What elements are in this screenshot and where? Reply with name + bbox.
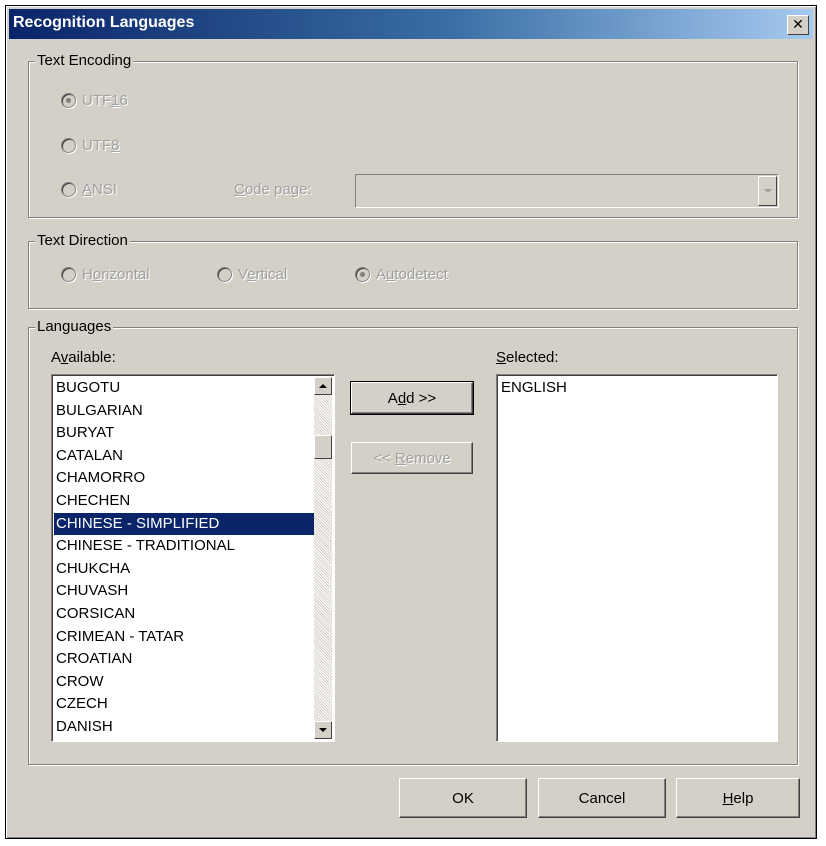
selected-language-item[interactable]: ENGLISH [499,377,775,400]
available-language-item[interactable]: CROW [54,671,314,694]
dropdown-button[interactable] [758,176,777,206]
recognition-languages-dialog: Recognition Languages ✕ Text Encoding UT… [5,5,817,839]
scroll-up-button[interactable] [314,377,332,395]
ansi-label: ANSI [82,181,118,198]
utf16-label: UTF16 [82,92,128,109]
available-language-item[interactable]: CHAMORRO [54,467,314,490]
available-languages-list[interactable]: BUGOTU BULGARIAN BURYAT CATALAN CHAMORRO CHEC… [51,374,335,742]
available-language-item[interactable]: CORSICAN [54,603,314,626]
arrow-up-icon [319,384,327,388]
available-language-item[interactable]: BUGOTU [54,377,314,400]
text-direction-group: Text Direction Horizontal Vertical Autod… [28,232,798,309]
text-encoding-legend: Text Encoding [35,52,134,69]
selected-languages-list[interactable]: ENGLISH [496,374,778,742]
available-language-item[interactable]: BURYAT [54,422,314,445]
radio-empty-icon [61,138,76,153]
available-label: Available: [51,349,116,366]
dialog-title: Recognition Languages [13,14,195,31]
chevron-down-icon [763,189,772,193]
selected-items: ENGLISH [499,377,775,400]
code-page-dropdown[interactable] [355,174,779,208]
ok-button[interactable]: OK [399,778,527,818]
arrow-down-icon [319,728,327,732]
utf8-label: UTF8 [82,137,120,154]
autodetect-radio[interactable]: Autodetect [355,266,448,283]
available-language-item[interactable]: BULGARIAN [54,400,314,423]
autodetect-label: Autodetect [376,266,448,283]
available-language-item[interactable]: CHUKCHA [54,558,314,581]
scroll-down-button[interactable] [314,721,332,739]
text-encoding-group: Text Encoding UTF16 UTF8 ANSI Code page: [28,52,798,218]
horizontal-label: Horizontal [82,266,150,283]
close-button[interactable]: ✕ [787,15,809,35]
radio-selected-icon [355,267,370,282]
utf8-radio[interactable]: UTF8 [61,137,120,154]
languages-group: Languages Available: BUGOTU BULGARIAN BURY… [28,318,798,765]
available-language-item[interactable]: CATALAN [54,445,314,468]
close-icon: ✕ [792,17,804,33]
ok-button-label: OK [452,789,474,807]
available-language-item[interactable]: CRIMEAN - TATAR [54,626,314,649]
add-button[interactable]: Add >> [350,381,474,415]
radio-empty-icon [217,267,232,282]
radio-empty-icon [61,267,76,282]
available-language-item[interactable]: CHINESE - SIMPLIFIED [54,512,314,536]
title-bar[interactable]: Recognition Languages ✕ [9,9,813,39]
cancel-button[interactable]: Cancel [538,778,666,818]
available-language-item[interactable]: CHUVASH [54,580,314,603]
radio-selected-icon [61,93,76,108]
radio-empty-icon [61,182,76,197]
available-language-item[interactable]: CZECH [54,693,314,716]
horizontal-radio[interactable]: Horizontal [61,266,150,283]
vertical-radio[interactable]: Vertical [217,266,287,283]
available-items: BUGOTU BULGARIAN BURYAT CATALAN CHAMORRO CHEC… [54,377,314,739]
scroll-thumb[interactable] [314,435,332,459]
add-button-label: Add >> [387,389,437,407]
code-page-label: Code page: [234,181,312,198]
languages-legend: Languages [35,318,114,335]
vertical-label: Vertical [238,266,288,283]
cancel-button-label: Cancel [578,789,626,807]
available-language-item[interactable]: CHINESE - TRADITIONAL [54,535,314,558]
available-language-item[interactable]: DANISH [54,716,314,739]
ansi-radio[interactable]: ANSI [61,181,117,198]
remove-button-label: << Remove [373,449,451,467]
remove-button[interactable]: << Remove [351,442,473,474]
help-button-label: Help [722,789,754,807]
help-button[interactable]: Help [676,778,800,818]
selected-label: Selected: [496,349,559,366]
available-language-item[interactable]: CROATIAN [54,648,314,671]
utf16-radio[interactable]: UTF16 [61,92,128,109]
text-direction-legend: Text Direction [35,232,130,249]
available-language-item[interactable]: CHECHEN [54,490,314,513]
available-scrollbar[interactable] [314,377,332,739]
